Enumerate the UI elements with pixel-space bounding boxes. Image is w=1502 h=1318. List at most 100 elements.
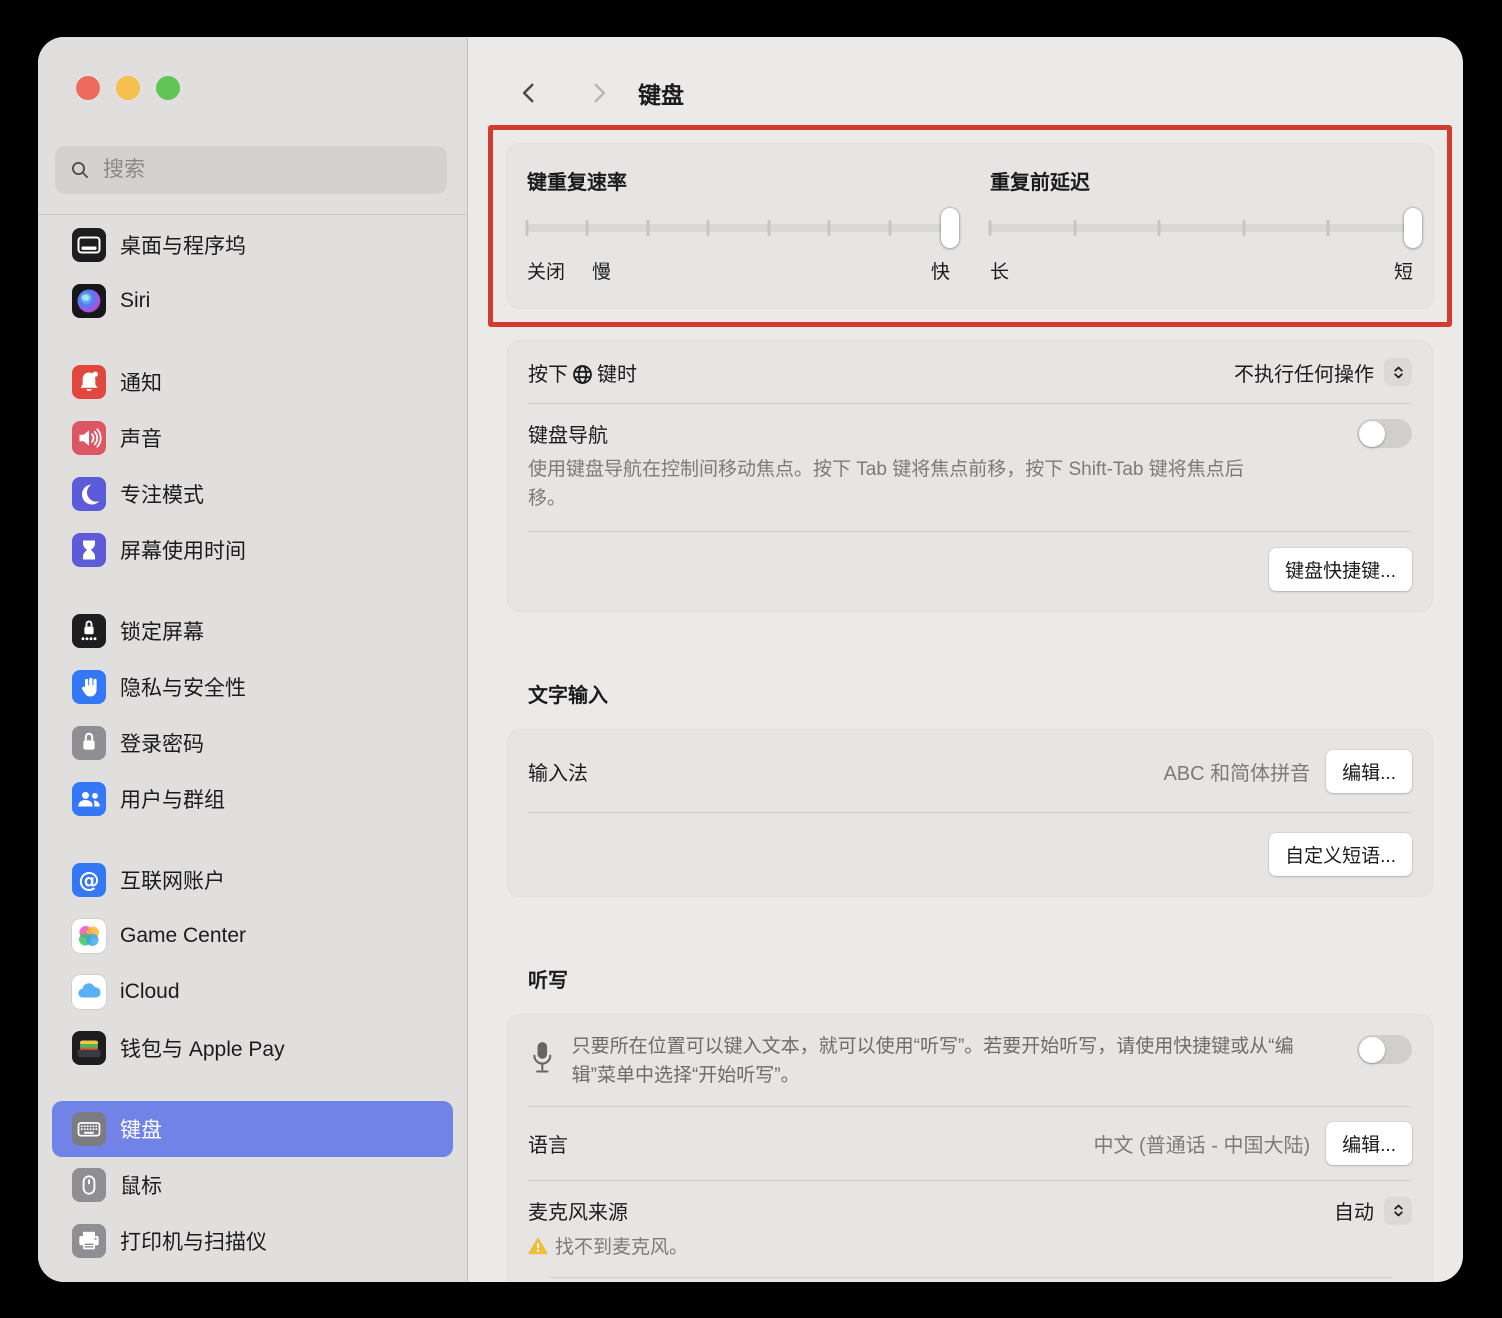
slider-tick — [888, 220, 891, 236]
settings-window: 桌面与程序坞 Siri 通知声音专注模式屏幕使用时间锁定屏幕隐私与安全性登录密码用户… — [38, 37, 1463, 1282]
globe-key-popup-value: 不执行任何操作 — [1234, 358, 1374, 387]
slider-tick — [828, 220, 831, 236]
sidebar-item-users[interactable]: 用户与群组 — [52, 771, 453, 827]
slider-thumb[interactable] — [1404, 208, 1422, 248]
chevron-left-icon — [516, 80, 542, 106]
input-method-label: 输入法 — [528, 757, 588, 786]
keyboard-shortcuts-button[interactable]: 键盘快捷键... — [1269, 548, 1412, 591]
printer-icon — [72, 1224, 106, 1258]
users-icon — [72, 782, 106, 816]
slider-tick — [526, 220, 529, 236]
sidebar-item-cloud[interactable]: iCloud — [52, 964, 453, 1020]
wallet-icon — [72, 1031, 106, 1065]
close-button[interactable] — [76, 76, 100, 100]
sidebar-item-label: 钱包与 Apple Pay — [120, 1033, 285, 1063]
keyboard-nav-description: 使用键盘导航在控制间移动焦点。按下 Tab 键将焦点前移，按下 Shift-Ta… — [528, 456, 1273, 513]
mic-warning-text: 找不到麦克风。 — [555, 1232, 688, 1259]
sidebar-item-lock[interactable]: 登录密码 — [52, 715, 453, 771]
game-center-icon — [72, 919, 106, 953]
slider-track — [990, 224, 1413, 232]
svg-text:@: @ — [79, 869, 100, 893]
sidebar-item-printer[interactable]: 打印机与扫描仪 — [52, 1213, 453, 1269]
sidebar-group: 键盘鼠标打印机与扫描仪 — [52, 1101, 453, 1269]
slider-tick — [646, 220, 649, 236]
sidebar-group: 桌面与程序坞 Siri — [52, 217, 453, 329]
delay-long-label: 长 — [990, 257, 1009, 284]
bell-icon — [72, 365, 106, 399]
traffic-lights — [38, 37, 467, 100]
keyboard-icon — [72, 1112, 106, 1146]
input-method-edit-button[interactable]: 编辑... — [1326, 750, 1412, 793]
language-edit-button[interactable]: 编辑... — [1326, 1122, 1412, 1165]
sidebar-item-bell[interactable]: 通知 — [52, 354, 453, 410]
keyboard-nav-toggle[interactable] — [1357, 419, 1412, 448]
slider-track — [527, 224, 950, 232]
mic-source-value: 自动 — [1334, 1196, 1374, 1225]
key-repeat-fast-label: 快 — [931, 257, 950, 284]
sidebar-item-label: iCloud — [120, 980, 180, 1004]
slider-tick — [1158, 220, 1161, 236]
language-label: 语言 — [528, 1129, 568, 1158]
globe-key-popup[interactable]: 不执行任何操作 — [1234, 358, 1412, 387]
custom-phrases-button[interactable]: 自定义短语... — [1269, 833, 1412, 876]
sidebar-item-at[interactable]: @ 互联网账户 — [52, 852, 453, 908]
sidebar-item-label: 互联网账户 — [120, 865, 225, 895]
sidebar-item-game-center[interactable]: Game Center — [52, 908, 453, 964]
chevron-right-icon — [586, 80, 612, 106]
language-value: 中文 (普通话 - 中国大陆) — [1094, 1129, 1311, 1158]
sidebar-item-desktop-dock[interactable]: 桌面与程序坞 — [52, 217, 453, 273]
sidebar-item-wallet[interactable]: 钱包与 Apple Pay — [52, 1020, 453, 1076]
sidebar-item-moon[interactable]: 专注模式 — [52, 466, 453, 522]
content-header: 键盘 — [488, 73, 1452, 113]
sidebar-item-label: 登录密码 — [120, 728, 204, 758]
cloud-icon — [72, 975, 106, 1009]
sidebar-item-speaker[interactable]: 声音 — [52, 410, 453, 466]
slider-tick — [586, 220, 589, 236]
zoom-button[interactable] — [156, 76, 180, 100]
delay-label: 重复前延迟 — [990, 166, 1413, 195]
delay-short-label: 短 — [1394, 257, 1413, 284]
sidebar-item-mouse[interactable]: 鼠标 — [52, 1157, 453, 1213]
sidebar-item-label: Game Center — [120, 924, 246, 948]
sidebar-item-label: 打印机与扫描仪 — [120, 1226, 267, 1256]
sidebar-item-siri[interactable]: Siri — [52, 273, 453, 329]
dictation-toggle[interactable] — [1357, 1035, 1412, 1064]
minimize-button[interactable] — [116, 76, 140, 100]
forward-button[interactable] — [586, 80, 612, 106]
text-input-heading: 文字输入 — [528, 679, 1452, 708]
content-pane: 键盘 键重复速率 关闭 慢 快 — [468, 37, 1463, 1282]
sidebar-item-hourglass[interactable]: 屏幕使用时间 — [52, 522, 453, 578]
delay-slider[interactable] — [990, 208, 1413, 248]
page-title: 键盘 — [638, 76, 684, 110]
search-icon — [70, 160, 90, 180]
sidebar-item-label: 通知 — [120, 367, 162, 397]
lock-screen-icon — [72, 614, 106, 648]
key-repeat-slider[interactable] — [527, 208, 950, 248]
search-input[interactable] — [55, 146, 447, 194]
sidebar-item-hand[interactable]: 隐私与安全性 — [52, 659, 453, 715]
slider-tick — [1242, 220, 1245, 236]
slider-tick — [1073, 220, 1076, 236]
hand-icon — [72, 670, 106, 704]
sidebar-item-lock-screen[interactable]: 锁定屏幕 — [52, 603, 453, 659]
sidebar-item-label: 隐私与安全性 — [120, 672, 246, 702]
back-button[interactable] — [516, 80, 542, 106]
desktop-dock-icon — [72, 228, 106, 262]
slider-tick — [707, 220, 710, 236]
hourglass-icon — [72, 533, 106, 567]
dictation-heading: 听写 — [528, 964, 1452, 993]
sidebar-group: @ 互联网账户 Game Center iCloud 钱包与 Apple Pay — [52, 852, 453, 1076]
popup-chevrons-icon — [1384, 358, 1412, 386]
popup-chevrons-icon — [1384, 1197, 1412, 1225]
sidebar-item-label: Siri — [120, 289, 150, 313]
repeat-card: 键重复速率 关闭 慢 快 重复前延迟 — [507, 144, 1433, 308]
delay-group: 重复前延迟 长 短 — [990, 166, 1413, 284]
mic-source-label: 麦克风来源 — [528, 1196, 628, 1225]
microphone-icon — [528, 1033, 557, 1083]
sidebar-item-keyboard[interactable]: 键盘 — [52, 1101, 453, 1157]
slider-thumb[interactable] — [941, 208, 959, 248]
mic-source-popup[interactable]: 自动 — [1334, 1196, 1412, 1225]
key-repeat-off-label: 关闭 — [527, 257, 565, 284]
sidebar-item-label: 锁定屏幕 — [120, 616, 204, 646]
sidebar-group: 通知声音专注模式屏幕使用时间 — [52, 354, 453, 578]
